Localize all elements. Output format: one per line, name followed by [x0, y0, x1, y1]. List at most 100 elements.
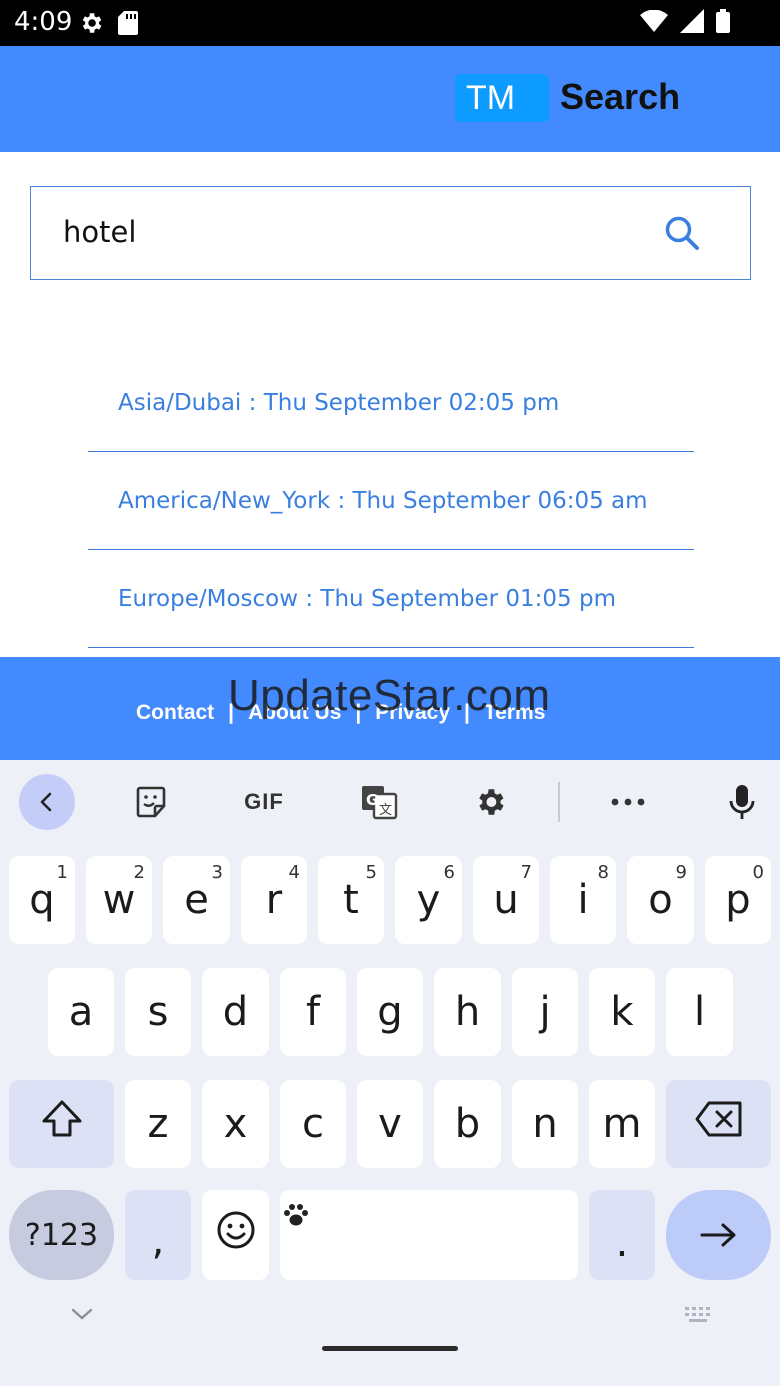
microphone-icon[interactable]: [722, 774, 762, 830]
key-label: y: [416, 877, 441, 923]
tm-logo-badge: TM: [455, 74, 549, 122]
wifi-icon: [640, 9, 668, 37]
key-label: e: [184, 877, 209, 923]
shift-key[interactable]: [9, 1080, 114, 1168]
emoji-key[interactable]: [202, 1190, 269, 1280]
key-e[interactable]: e3: [163, 856, 230, 944]
key-n[interactable]: n: [512, 1080, 578, 1168]
key-x[interactable]: x: [202, 1080, 269, 1168]
footer-separator: |: [464, 701, 470, 724]
key-i[interactable]: i8: [550, 856, 616, 944]
keyboard-bottom-bar: [0, 1296, 780, 1386]
key-hint: 8: [597, 862, 609, 883]
key-j[interactable]: j: [512, 968, 578, 1056]
page-title: Search: [560, 76, 681, 117]
sticker-icon[interactable]: [128, 774, 174, 830]
emoji-icon: [216, 1210, 256, 1260]
key-hint: 0: [752, 862, 764, 883]
battery-icon: [716, 9, 730, 38]
search-input[interactable]: hotel: [30, 186, 751, 280]
translate-icon[interactable]: G文: [356, 774, 402, 830]
key-label: q: [29, 877, 55, 923]
search-input-value: hotel: [63, 215, 137, 249]
backspace-icon: [694, 1100, 744, 1148]
key-hint: 5: [365, 862, 377, 883]
footer-link-privacy[interactable]: Privacy: [375, 701, 450, 725]
space-key[interactable]: [280, 1190, 578, 1280]
key-hint: 7: [520, 862, 532, 883]
key-label: r: [265, 877, 283, 923]
key-u[interactable]: u7: [473, 856, 539, 944]
key-hint: 9: [675, 862, 687, 883]
shift-icon: [40, 1099, 84, 1149]
status-bar: 4:09: [0, 0, 780, 46]
key-label: p: [725, 877, 751, 923]
result-text: America/New_York : Thu September 06:05 a…: [118, 488, 648, 514]
key-o[interactable]: o9: [627, 856, 694, 944]
key-t[interactable]: t5: [318, 856, 384, 944]
gear-icon: [78, 10, 104, 41]
gif-button[interactable]: GIF: [236, 774, 292, 830]
period-key[interactable]: .: [589, 1190, 655, 1280]
key-p[interactable]: p0: [705, 856, 771, 944]
svg-text:文: 文: [379, 803, 392, 818]
key-s[interactable]: s: [125, 968, 191, 1056]
footer-link-about[interactable]: About Us: [248, 701, 341, 725]
svg-text:G: G: [366, 791, 378, 809]
key-k[interactable]: k: [589, 968, 655, 1056]
list-item[interactable]: America/New_York : Thu September 06:05 a…: [88, 452, 694, 550]
key-hint: 2: [133, 862, 145, 883]
footer: Contact | About Us | Privacy | Terms Upd…: [0, 657, 780, 760]
paw-icon: [282, 1192, 310, 1238]
toolbar-divider: [558, 782, 560, 822]
key-a[interactable]: a: [48, 968, 114, 1056]
key-m[interactable]: m: [589, 1080, 655, 1168]
hide-keyboard-chevron-icon[interactable]: [70, 1306, 94, 1327]
sd-card-icon: [118, 11, 138, 40]
list-item[interactable]: Asia/Dubai : Thu September 02:05 pm: [88, 354, 694, 452]
key-label: i: [577, 877, 589, 923]
symbols-key[interactable]: ?123: [9, 1190, 114, 1280]
result-text: Asia/Dubai : Thu September 02:05 pm: [118, 390, 560, 416]
back-chevron-icon[interactable]: [19, 774, 75, 830]
arrow-right-icon: [699, 1212, 739, 1258]
list-item[interactable]: Europe/Moscow : Thu September 01:05 pm: [88, 550, 694, 648]
keyboard-switch-icon[interactable]: [684, 1306, 716, 1331]
key-c[interactable]: c: [280, 1080, 346, 1168]
key-b[interactable]: b: [434, 1080, 501, 1168]
key-w[interactable]: w2: [86, 856, 152, 944]
key-l[interactable]: l: [666, 968, 733, 1056]
footer-separator: |: [228, 701, 235, 724]
key-hint: 1: [56, 862, 68, 883]
key-y[interactable]: y6: [395, 856, 462, 944]
settings-icon[interactable]: [470, 774, 510, 830]
footer-separator: |: [355, 701, 362, 724]
backspace-key[interactable]: [666, 1080, 771, 1168]
app-header: TM Search: [0, 46, 780, 152]
comma-key[interactable]: ,: [125, 1190, 191, 1280]
footer-link-contact[interactable]: Contact: [136, 701, 214, 725]
key-v[interactable]: v: [357, 1080, 423, 1168]
more-icon[interactable]: [608, 774, 648, 830]
signal-icon: [680, 9, 704, 38]
keyboard-toolbar: GIF G文: [0, 760, 780, 844]
soft-keyboard: GIF G文 q1 w2 e3 r4 t5 y6 u7 i8 o9 p0 a s…: [0, 760, 780, 1386]
key-f[interactable]: f: [280, 968, 346, 1056]
key-hint: 6: [443, 862, 455, 883]
key-q[interactable]: q1: [9, 856, 75, 944]
key-r[interactable]: r4: [241, 856, 307, 944]
search-icon[interactable]: [664, 215, 700, 256]
key-label: w: [102, 877, 136, 923]
key-d[interactable]: d: [202, 968, 269, 1056]
key-g[interactable]: g: [357, 968, 423, 1056]
enter-key[interactable]: [666, 1190, 771, 1280]
key-hint: 3: [211, 862, 223, 883]
key-z[interactable]: z: [125, 1080, 191, 1168]
key-h[interactable]: h: [434, 968, 501, 1056]
gesture-nav-pill[interactable]: [322, 1346, 458, 1351]
result-text: Europe/Moscow : Thu September 01:05 pm: [118, 586, 616, 612]
key-label: t: [343, 877, 359, 923]
key-label: u: [493, 877, 519, 923]
key-hint: 4: [288, 862, 300, 883]
footer-link-terms[interactable]: Terms: [484, 701, 545, 725]
